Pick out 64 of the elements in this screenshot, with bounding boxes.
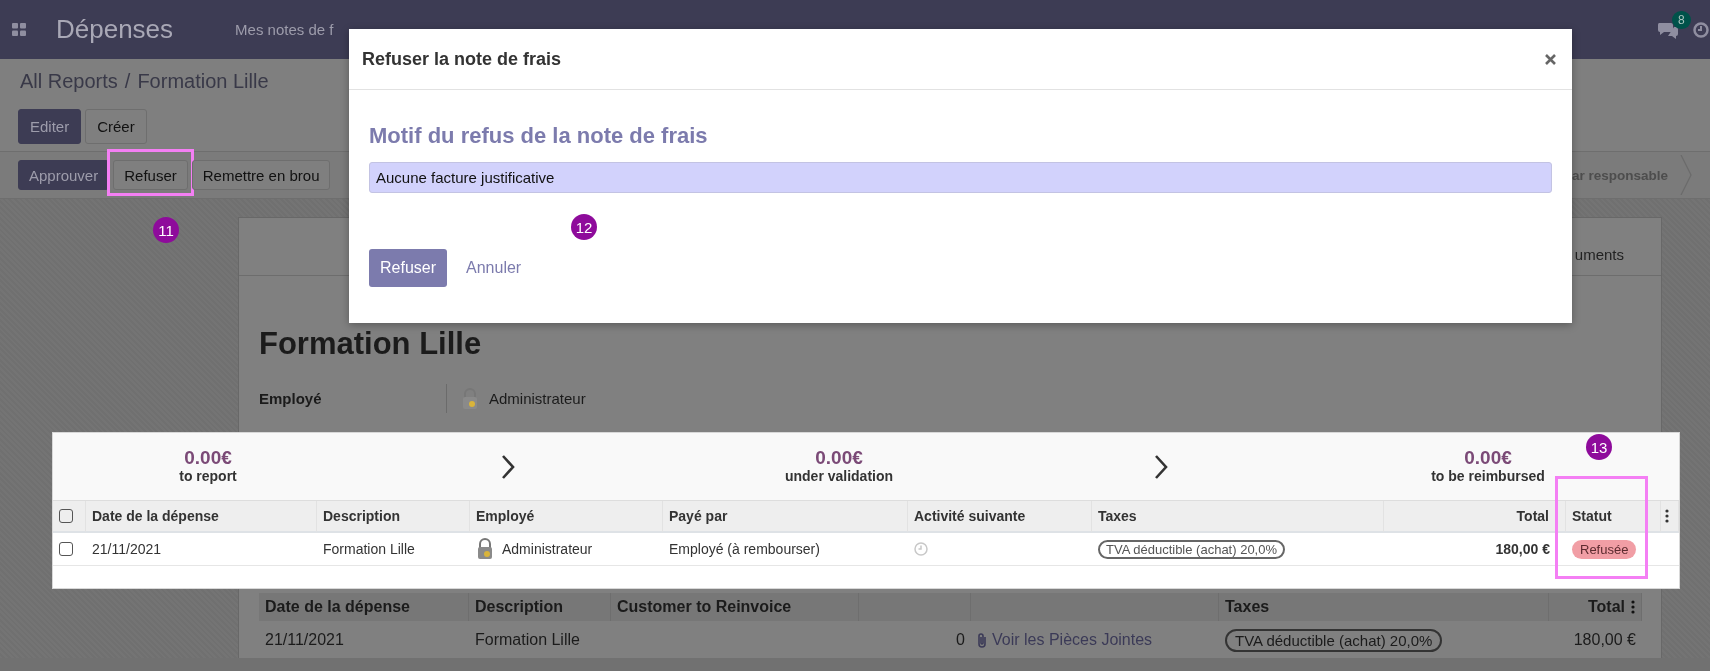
table-cell: Employé (à rembourser) bbox=[669, 541, 820, 557]
record-title: Formation Lille bbox=[259, 326, 483, 362]
summary-amount: 0.00€ bbox=[1464, 447, 1512, 467]
column-header: Total bbox=[1587, 598, 1625, 616]
column-header: Customer to Reinvoice bbox=[617, 598, 792, 616]
close-icon[interactable] bbox=[1545, 53, 1556, 65]
column-header: Description bbox=[475, 598, 563, 616]
summary-label: to be reimbursed bbox=[1431, 466, 1545, 486]
app-title: Dépenses bbox=[56, 14, 174, 45]
table-cell: Formation Lille bbox=[323, 541, 415, 557]
clock-icon[interactable] bbox=[1693, 21, 1709, 38]
breadcrumb-separator: / bbox=[124, 70, 131, 94]
dialog-title: Refuser la note de frais bbox=[362, 48, 562, 70]
column-header: Taxes bbox=[1225, 598, 1270, 616]
attachments-link[interactable]: Voir les Pièces Jointes bbox=[977, 631, 1153, 649]
summary-label: under validation bbox=[784, 466, 894, 486]
column-header: Statut bbox=[1572, 508, 1612, 524]
column-header: Date de la dépense bbox=[265, 598, 410, 616]
tab[interactable]: uments bbox=[1574, 246, 1661, 275]
table-cell: Formation Lille bbox=[475, 631, 580, 649]
cancel-button[interactable]: Annuler bbox=[455, 249, 533, 287]
edit-button[interactable]: Editer bbox=[18, 109, 82, 144]
table-cell: 180,00 € bbox=[1573, 631, 1636, 649]
create-button[interactable]: Créer bbox=[85, 109, 147, 144]
checkbox[interactable] bbox=[59, 509, 73, 523]
tax-tag: TVA déductible (achat) 20,0% bbox=[1098, 539, 1286, 559]
table-cell: 21/11/2021 bbox=[92, 541, 162, 557]
column-header: Total bbox=[1516, 508, 1549, 524]
menu-item[interactable]: Mes notes de f bbox=[235, 21, 334, 38]
reason-field[interactable]: Aucune facture justificative bbox=[369, 162, 1552, 193]
status-button[interactable]: Approuver bbox=[18, 160, 110, 190]
column-header: Activité suivante bbox=[914, 508, 1026, 524]
summary-amount: 0.00€ bbox=[184, 447, 232, 467]
column-header: Description bbox=[323, 508, 400, 524]
table-cell: Administrateur bbox=[502, 541, 593, 557]
status-button[interactable]: Remettre en brou bbox=[191, 160, 331, 190]
column-header: Employé bbox=[476, 508, 535, 524]
notification-badge: 8 bbox=[1672, 10, 1691, 29]
status-button[interactable]: Refuser bbox=[113, 160, 188, 190]
field-heading: Motif du refus de la note de frais bbox=[369, 122, 709, 150]
column-header: Payé par bbox=[669, 508, 728, 524]
paperclip-icon bbox=[977, 632, 988, 648]
table-cell: 180,00 € bbox=[1495, 541, 1550, 557]
breadcrumb-current: Formation Lille bbox=[137, 70, 269, 94]
summary-amount: 0.00€ bbox=[815, 447, 863, 467]
summary-label: to report bbox=[179, 466, 237, 486]
field-label: Employé bbox=[259, 384, 447, 413]
column-header: Date de la dépense bbox=[92, 508, 219, 524]
chat-icon[interactable] bbox=[1657, 20, 1679, 39]
chevron-icon bbox=[501, 453, 515, 480]
checkbox[interactable] bbox=[59, 542, 73, 556]
table-cell: 21/11/2021 bbox=[265, 631, 344, 649]
status-tag: Refusée bbox=[1572, 539, 1637, 559]
lock-icon bbox=[461, 387, 479, 410]
chevron-icon bbox=[1154, 453, 1168, 480]
table-cell: 0 bbox=[956, 631, 965, 649]
column-header: Taxes bbox=[1098, 508, 1137, 524]
tax-tag: TVA déductible (achat) 20,0% bbox=[1225, 628, 1443, 652]
lock-icon bbox=[476, 538, 494, 560]
refuse-button[interactable]: Refuser bbox=[369, 249, 448, 287]
field-value: Administrateur bbox=[489, 390, 586, 407]
more-icon[interactable] bbox=[1665, 509, 1669, 523]
apps-icon[interactable] bbox=[12, 23, 26, 36]
breadcrumb-link[interactable]: All Reports bbox=[20, 70, 118, 97]
